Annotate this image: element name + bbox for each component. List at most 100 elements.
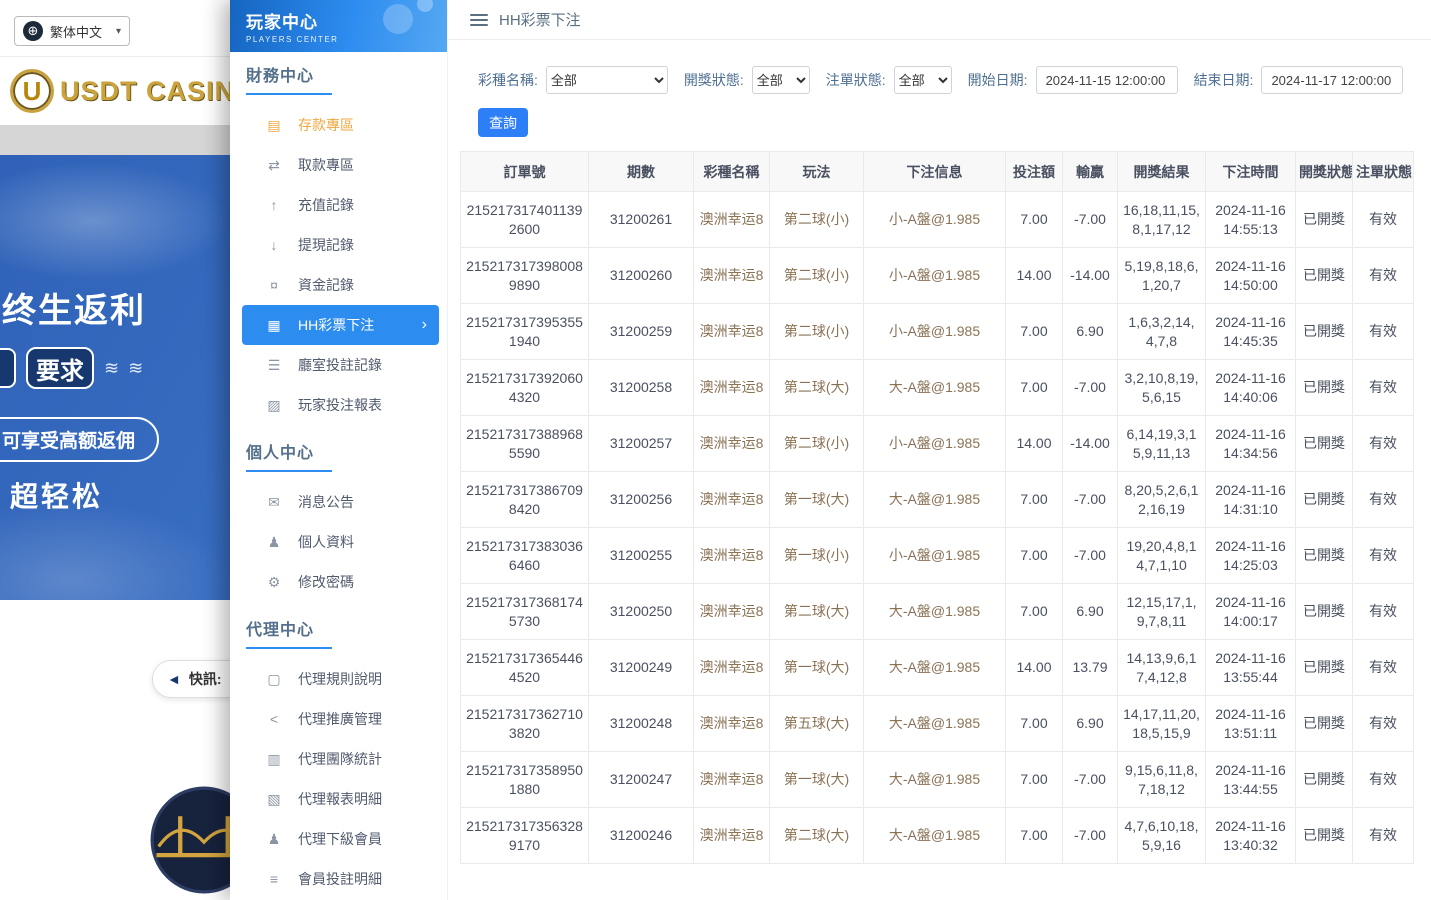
sidebar-item-agent-rules[interactable]: ▢ 代理規則說明 <box>230 659 447 699</box>
sidebar-item-label: 代理團隊統計 <box>298 749 382 769</box>
cell-amount: 14.00 <box>1006 248 1063 304</box>
sidebar-item-agent-report-detail[interactable]: ▧ 代理報表明細 <box>230 779 447 819</box>
sidebar-item-label: 消息公告 <box>298 492 354 512</box>
announcement-bell-icon: ✉ <box>266 494 282 511</box>
sidebar-item-label: 代理推廣管理 <box>298 709 382 729</box>
cell-lottery: 澳洲幸运8 <box>694 584 770 640</box>
banner-badge-fragment <box>0 348 16 388</box>
sidebar-item-recharge-records[interactable]: ↑ 充值記錄 <box>230 185 447 225</box>
sidebar-item-player-bet-report[interactable]: ▨ 玩家投注報表 <box>230 385 447 425</box>
main-content: HH彩票下注 彩種名稱: 全部 開獎狀態: 全部 <box>448 0 1431 900</box>
query-button[interactable]: 查詢 <box>478 108 528 137</box>
cell-play: 第二球(小) <box>770 416 864 472</box>
sidebar-item-agent-team-stats[interactable]: ▥ 代理團隊統計 <box>230 739 447 779</box>
language-label: 繁体中文 <box>50 22 102 41</box>
cell-amount: 7.00 <box>1006 304 1063 360</box>
cell-order_id: 2152173174011392600 <box>461 192 589 248</box>
table-row: 215217317388968559031200257澳洲幸运8第二球(小)小-… <box>461 416 1414 472</box>
banner-badge: 要求 <box>26 347 94 389</box>
banner-headline: 终生返利 <box>2 283 146 332</box>
lottery-name-select[interactable]: 全部 <box>546 66 668 94</box>
table-row: 215217317395355194031200259澳洲幸运8第二球(小)小-… <box>461 304 1414 360</box>
cell-bet_status: 有效 <box>1353 416 1414 472</box>
sidebar-item-label: 資金記錄 <box>298 275 354 295</box>
cell-order_id: 2152173173627103820 <box>461 696 589 752</box>
sidebar-item-withdrawal-records[interactable]: ↓ 提現記錄 <box>230 225 447 265</box>
cell-play: 第五球(大) <box>770 696 864 752</box>
table-row: 215217317358950188031200247澳洲幸运8第一球(大)大-… <box>461 752 1414 808</box>
cell-play: 第二球(大) <box>770 808 864 864</box>
cell-bet_status: 有效 <box>1353 248 1414 304</box>
banner-badge-row: 要求 ≋ ≋ <box>0 347 145 389</box>
bet-status-label: 注單狀態: <box>826 70 886 90</box>
menu-hamburger-icon[interactable] <box>470 14 488 26</box>
end-date-input[interactable] <box>1261 66 1403 94</box>
sidebar-item-member-bet-detail[interactable]: ≡ 會員投註明細 <box>230 859 447 899</box>
bet-status-select[interactable]: 全部 <box>894 66 952 94</box>
sidebar-item-withdraw[interactable]: ⇄ 取款專區 <box>230 145 447 185</box>
cell-draw_status: 已開獎 <box>1296 472 1353 528</box>
sidebar-item-agent-sub-members[interactable]: ♟ 代理下級會員 <box>230 819 447 859</box>
cell-result: 1,6,3,2,14,4,7,8 <box>1118 304 1206 360</box>
sidebar-section: 財務中心 ▤ 存款專區 ⇄ 取款專區 ↑ 充值記錄 ↓ 提現記錄 ¤ 資金記錄 … <box>230 62 447 425</box>
speaker-icon: ◄ <box>167 671 181 687</box>
sidebar-item-agent-promotion[interactable]: < 代理推廣管理 <box>230 699 447 739</box>
cell-draw_status: 已開獎 <box>1296 696 1353 752</box>
sidebar-item-label: HH彩票下注 <box>298 315 374 335</box>
cell-time: 2024-11-16 14:34:56 <box>1206 416 1296 472</box>
sidebar-section: 個人中心 ✉ 消息公告 ♟ 個人資料 ⚙ 修改密碼 <box>230 439 447 602</box>
banner-subline: 超轻松 <box>10 475 103 515</box>
sidebar-item-label: 廳室投註記錄 <box>298 355 382 375</box>
sidebar: 玩家中心 PLAYERS CENTER 財務中心 ▤ 存款專區 ⇄ 取款專區 ↑… <box>230 0 448 900</box>
sidebar-item-room-bet-records[interactable]: ☰ 廳室投註記錄 <box>230 345 447 385</box>
draw-status-select[interactable]: 全部 <box>752 66 810 94</box>
sidebar-section: 代理中心 ▢ 代理規則說明 < 代理推廣管理 ▥ 代理團隊統計 ▧ 代理報表明細… <box>230 616 447 899</box>
cell-draw_status: 已開獎 <box>1296 192 1353 248</box>
cell-result: 9,15,6,11,8,7,18,12 <box>1118 752 1206 808</box>
cell-lottery: 澳洲幸运8 <box>694 192 770 248</box>
sidebar-item-announcements[interactable]: ✉ 消息公告 <box>230 482 447 522</box>
sidebar-section-title: 代理中心 <box>246 616 332 649</box>
cell-order_id: 2152173173654464520 <box>461 640 589 696</box>
sidebar-item-change-password[interactable]: ⚙ 修改密碼 <box>230 562 447 602</box>
cell-bet_info: 大-A盤@1.985 <box>864 584 1006 640</box>
cell-draw_status: 已開獎 <box>1296 248 1353 304</box>
cell-play: 第二球(小) <box>770 304 864 360</box>
cell-period: 31200250 <box>589 584 694 640</box>
table-body: 215217317401139260031200261澳洲幸运8第二球(小)小-… <box>461 192 1414 864</box>
column-header: 開獎狀態 <box>1296 152 1353 192</box>
cell-bet_info: 大-A盤@1.985 <box>864 640 1006 696</box>
language-selector[interactable]: ⊕ 繁体中文 ▾ <box>14 16 130 46</box>
cell-amount: 7.00 <box>1006 472 1063 528</box>
sidebar-item-label: 存款專區 <box>298 115 354 135</box>
member-bets-list-icon: ≡ <box>266 871 282 887</box>
cell-time: 2024-11-16 13:40:32 <box>1206 808 1296 864</box>
sidebar-item-hh-lottery-bets[interactable]: ▦ HH彩票下注 › <box>242 305 439 345</box>
withdrawal-records-icon: ↓ <box>266 237 282 253</box>
agent-promotion-share-icon: < <box>266 711 282 727</box>
sidebar-item-label: 會員投註明細 <box>298 869 382 889</box>
logo-emblem-icon: U <box>10 69 54 113</box>
cell-bet_status: 有效 <box>1353 528 1414 584</box>
cell-time: 2024-11-16 14:45:35 <box>1206 304 1296 360</box>
cell-win: 6.90 <box>1063 696 1118 752</box>
page-title: HH彩票下注 <box>499 9 581 30</box>
sidebar-section-title: 財務中心 <box>246 62 332 95</box>
table-row: 215217317368174573031200250澳洲幸运8第二球(大)大-… <box>461 584 1414 640</box>
cell-result: 4,7,6,10,18,5,9,16 <box>1118 808 1206 864</box>
globe-icon: ⊕ <box>23 21 43 41</box>
cell-order_id: 2152173173953551940 <box>461 304 589 360</box>
cell-lottery: 澳洲幸运8 <box>694 696 770 752</box>
start-date-input[interactable] <box>1036 66 1178 94</box>
sidebar-item-deposit[interactable]: ▤ 存款專區 <box>230 105 447 145</box>
cell-lottery: 澳洲幸运8 <box>694 472 770 528</box>
sidebar-subtitle: PLAYERS CENTER <box>246 35 447 44</box>
sidebar-item-funds-records[interactable]: ¤ 資金記錄 <box>230 265 447 305</box>
sidebar-item-profile[interactable]: ♟ 個人資料 <box>230 522 447 562</box>
agent-rules-doc-icon: ▢ <box>266 671 282 688</box>
column-header: 期數 <box>589 152 694 192</box>
sidebar-item-label: 代理報表明細 <box>298 789 382 809</box>
cell-amount: 7.00 <box>1006 696 1063 752</box>
cell-amount: 7.00 <box>1006 752 1063 808</box>
cell-result: 8,20,5,2,6,12,16,19 <box>1118 472 1206 528</box>
